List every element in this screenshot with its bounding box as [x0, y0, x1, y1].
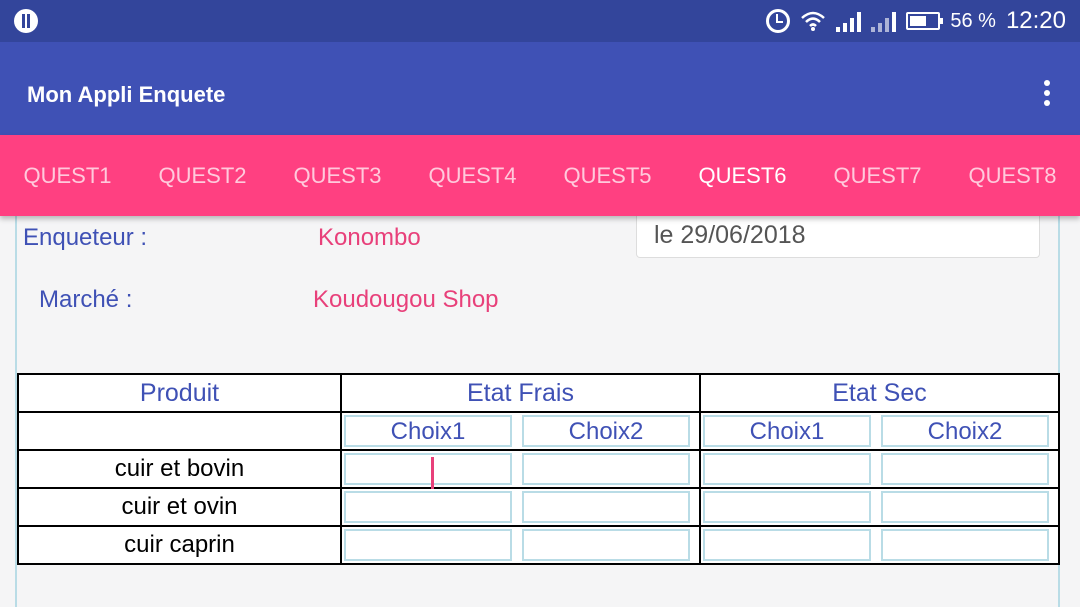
- frais-cells: [342, 527, 701, 563]
- tab-quest5[interactable]: QUEST5: [540, 135, 675, 216]
- date-field[interactable]: le 29/06/2018: [636, 216, 1040, 258]
- enqueteur-label: Enqueteur :: [23, 224, 148, 251]
- header-etat-sec: Etat Sec: [832, 379, 927, 407]
- marche-value: Koudougou Shop: [313, 286, 499, 313]
- sec-choix1-input[interactable]: [703, 529, 871, 561]
- table-subheader-row: Choix1 Choix2 Choix1 Choix2: [19, 413, 1058, 451]
- sec-choix2-header: Choix2: [881, 415, 1049, 447]
- frais-choix1-input[interactable]: [344, 529, 512, 561]
- sec-choix2-input[interactable]: [881, 529, 1049, 561]
- frais-choix2-header: Choix2: [522, 415, 690, 447]
- tab-quest6[interactable]: QUEST6: [675, 135, 810, 216]
- header-etat-frais: Etat Frais: [342, 375, 701, 411]
- tab-quest1[interactable]: QUEST1: [0, 135, 135, 216]
- product-table: Produit Etat Frais Etat Sec Choix1 Choix…: [17, 373, 1060, 565]
- status-bar: 56 % 12:20: [0, 0, 1080, 42]
- frais-cells: [342, 451, 701, 489]
- row-produit: cuir et ovin: [19, 489, 342, 525]
- frais-choix1-header: Choix1: [344, 415, 512, 447]
- signal-1-icon: [836, 10, 862, 32]
- frais-choix1-input[interactable]: [344, 453, 512, 489]
- subheader-sec: Choix1 Choix2: [701, 413, 1058, 449]
- signal-2-icon: [871, 10, 897, 32]
- row-produit: cuir et bovin: [19, 451, 342, 487]
- sec-cells: [701, 527, 1058, 563]
- table-header-row: Produit Etat Frais Etat Sec: [19, 375, 1058, 413]
- battery-icon: [906, 12, 944, 30]
- text-cursor: [431, 457, 434, 489]
- subheader-empty: [19, 413, 342, 449]
- alarm-icon: [766, 9, 791, 33]
- marche-label: Marché :: [39, 286, 133, 313]
- tab-quest2[interactable]: QUEST2: [135, 135, 270, 216]
- frais-cells: [342, 489, 701, 525]
- sec-choix2-input[interactable]: [881, 453, 1049, 485]
- row-produit: cuir caprin: [19, 527, 342, 563]
- frais-choix2-input[interactable]: [522, 529, 690, 561]
- frais-choix2-input[interactable]: [522, 491, 690, 523]
- header-produit: Produit: [19, 375, 342, 411]
- wifi-icon: [800, 10, 826, 32]
- sec-choix2-input[interactable]: [881, 491, 1049, 523]
- tab-bar: QUEST1 QUEST2 QUEST3 QUEST4 QUEST5 QUEST…: [0, 135, 1080, 216]
- app-title: Mon Appli Enquete: [27, 82, 226, 107]
- sec-choix1-header: Choix1: [703, 415, 871, 447]
- enqueteur-value: Konombo: [318, 224, 421, 251]
- clock: 12:20: [1005, 7, 1066, 34]
- sec-cells: [701, 489, 1058, 525]
- tab-quest8[interactable]: QUEST8: [945, 135, 1080, 216]
- sec-choix1-input[interactable]: [703, 491, 871, 523]
- table-row: cuir et ovin: [19, 489, 1058, 527]
- tab-quest7[interactable]: QUEST7: [810, 135, 945, 216]
- tab-quest4[interactable]: QUEST4: [405, 135, 540, 216]
- frais-choix1-input[interactable]: [344, 491, 512, 523]
- subheader-frais: Choix1 Choix2: [342, 413, 701, 449]
- battery-percent: 56 %: [950, 9, 996, 32]
- frais-choix2-input[interactable]: [522, 453, 690, 485]
- table-row: cuir caprin: [19, 527, 1058, 563]
- app-bar: Mon Appli Enquete: [0, 42, 1080, 135]
- tab-quest3[interactable]: QUEST3: [270, 135, 405, 216]
- table-row: cuir et bovin: [19, 451, 1058, 489]
- app-notification-icon: [14, 9, 38, 33]
- overflow-menu-icon[interactable]: [1042, 80, 1052, 110]
- form-content: Enqueteur : Konombo le 29/06/2018 Marché…: [15, 216, 1060, 607]
- sec-cells: [701, 451, 1058, 487]
- sec-choix1-input[interactable]: [703, 453, 871, 485]
